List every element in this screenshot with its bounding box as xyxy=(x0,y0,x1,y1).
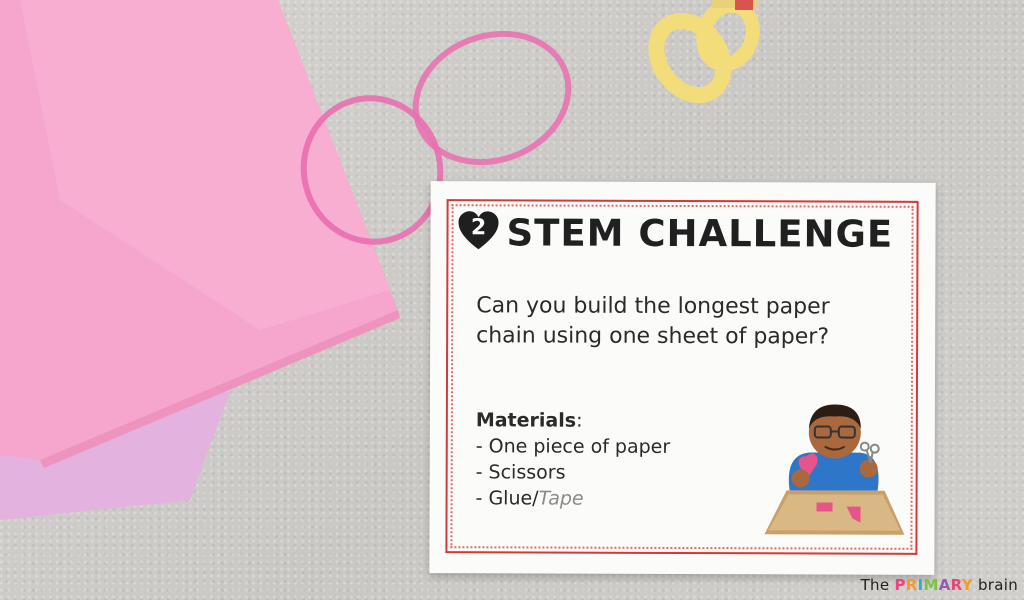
brand-letter: Y xyxy=(961,576,973,594)
brand-letter: M xyxy=(923,576,939,594)
heart-number-icon: 2 xyxy=(456,209,500,253)
brand-letter: R xyxy=(905,576,918,594)
challenge-question: Can you build the longest paper chain us… xyxy=(476,291,906,353)
brand-letter: P xyxy=(894,576,906,594)
challenge-number: 2 xyxy=(470,215,487,241)
photo-scene: 2 STEM CHALLENGE Can you build the longe… xyxy=(0,0,1024,600)
material-item: - Scissors xyxy=(475,461,566,484)
boy-with-scissors-illustration xyxy=(764,404,905,535)
materials-list: Materials: - One piece of paper - Scisso… xyxy=(476,407,671,512)
material-item: - One piece of paper xyxy=(475,435,671,458)
brand-watermark: The PRIMARY brain xyxy=(860,576,1018,594)
brand-letter: R xyxy=(950,576,962,594)
brand-letter: A xyxy=(938,576,951,594)
material-item: - Glue/Tape xyxy=(475,487,584,510)
question-line-1: Can you build the longest paper xyxy=(476,293,830,320)
materials-header: Materials: xyxy=(475,409,583,432)
scissors-object xyxy=(648,0,760,104)
question-line-2: chain using one sheet of paper? xyxy=(476,323,830,350)
card-title: STEM CHALLENGE xyxy=(506,211,894,256)
challenge-card: 2 STEM CHALLENGE Can you build the longe… xyxy=(429,181,936,575)
brand-highlight: PRIMARY xyxy=(894,576,972,594)
